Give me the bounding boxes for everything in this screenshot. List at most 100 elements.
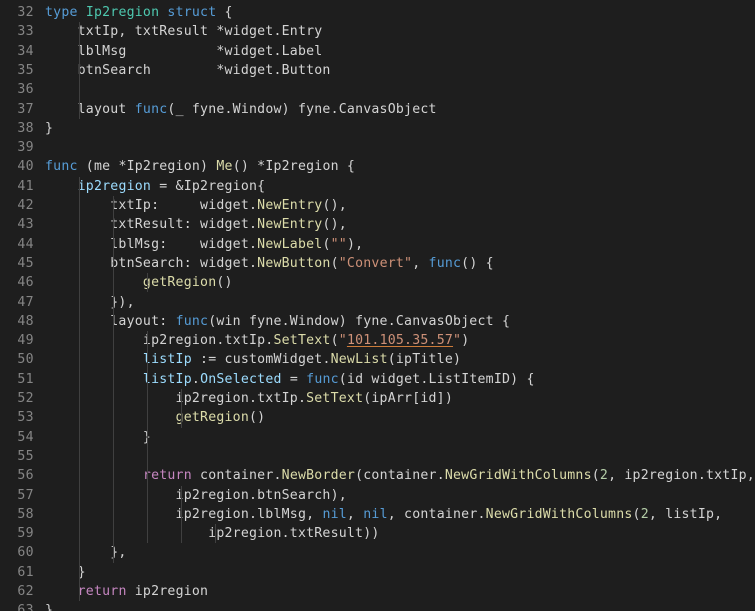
code-line[interactable]: } — [45, 119, 53, 138]
code-line[interactable]: btnSearch *widget.Button — [45, 61, 331, 80]
line-number: 59 — [17, 526, 34, 542]
code-line[interactable]: ip2region.btnSearch), — [45, 486, 347, 505]
indent-guide — [147, 273, 148, 293]
line-number-gutter[interactable]: 32 33 34 35 36 37 38 39 40 41 42 43 44 45 46 47 48 49 50 51… — [0, 0, 45, 611]
code-line[interactable]: ip2region.txtIp.SetText(ipArr[id]) — [45, 389, 453, 408]
code-token: NewGridWithColumns — [444, 468, 592, 484]
code-line[interactable]: ip2region.txtResult)) — [45, 524, 380, 543]
code-token: } — [45, 429, 152, 445]
code-token: () — [249, 410, 266, 426]
line-number: 35 — [17, 62, 34, 78]
code-line[interactable]: layout: func(win fyne.Window) fyne.Canva… — [45, 312, 510, 331]
code-token: ( — [330, 255, 339, 271]
code-token: Me — [216, 159, 233, 175]
code-token: btnSearch *widget.Button — [45, 62, 331, 78]
code-line[interactable]: ip2region.txtIp.SetText("101.105.35.57") — [45, 331, 469, 350]
code-token: txtResult: widget. — [45, 217, 258, 233]
code-token: listIp — [142, 371, 192, 387]
code-token: NewEntry — [257, 198, 323, 213]
code-token: return — [142, 468, 192, 484]
code-token: 2 — [640, 506, 649, 522]
code-token: (ipTitle) — [387, 352, 462, 368]
code-token: 101.105.35.57 — [346, 333, 454, 349]
code-line[interactable]: listIp.OnSelected = func(id widget.ListI… — [45, 370, 535, 389]
code-line[interactable] — [45, 80, 53, 99]
line-number: 43 — [17, 217, 34, 233]
code-line[interactable]: type Ip2region struct { — [45, 3, 233, 22]
indent-guide — [181, 485, 182, 544]
code-token: (id widget.ListItemID) { — [338, 371, 535, 387]
code-token: NewEntry — [257, 217, 323, 233]
code-line[interactable]: }, — [45, 543, 127, 562]
code-token: "" — [330, 236, 347, 252]
code-token: SetText — [306, 391, 364, 406]
code-token: := customWidget. — [191, 352, 331, 368]
code-line[interactable]: txtIp, txtResult *widget.Entry — [45, 22, 323, 41]
code-token: OnSelected — [200, 371, 282, 387]
line-number: 45 — [17, 255, 34, 271]
line-number: 32 — [17, 5, 34, 20]
code-line[interactable]: getRegion() — [45, 273, 233, 292]
code-token: ( — [330, 333, 339, 349]
code-token: SetText — [273, 333, 331, 349]
code-token: 2 — [599, 468, 609, 484]
line-number: 44 — [17, 236, 34, 252]
code-token: func — [428, 255, 462, 271]
code-token: ), — [346, 236, 364, 252]
code-token: func — [45, 159, 78, 175]
code-line[interactable]: listIp := customWidget.NewList(ipTitle) — [45, 350, 461, 369]
code-token: ip2region — [77, 178, 152, 194]
code-token: btnSearch: widget. — [45, 255, 258, 271]
code-editor[interactable]: 32 33 34 35 36 37 38 39 40 41 42 43 44 45 46 47 48 49 50 51… — [0, 0, 755, 611]
code-line[interactable]: txtIp: widget.NewEntry(), — [45, 196, 347, 215]
code-line[interactable]: } — [45, 428, 151, 447]
code-line[interactable]: return container.NewBorder(container.New… — [45, 466, 755, 485]
code-token: , — [412, 255, 429, 271]
code-token: NewList — [330, 352, 388, 368]
code-token: container. — [191, 468, 282, 484]
code-token: () { — [461, 255, 494, 271]
code-token: = &Ip2region{ — [151, 178, 266, 194]
code-token: (ipArr[id]) — [363, 391, 453, 406]
code-line[interactable]: txtResult: widget.NewEntry(), — [45, 215, 347, 234]
code-token: lblMsg *widget.Label — [45, 43, 323, 59]
code-line[interactable]: } — [45, 601, 53, 611]
code-line[interactable] — [45, 447, 53, 466]
line-number: 56 — [17, 468, 34, 484]
code-line[interactable]: return ip2region — [45, 582, 208, 601]
code-token: NewButton — [257, 255, 331, 271]
code-line[interactable]: lblMsg: widget.NewLabel(""), — [45, 235, 363, 254]
code-line[interactable] — [45, 138, 53, 157]
line-number: 58 — [17, 506, 34, 522]
code-token: ip2region.txtIp. — [45, 391, 307, 406]
code-token: (win fyne.Window) fyne.CanvasObject { — [208, 313, 511, 329]
line-number: 55 — [17, 448, 34, 464]
code-token: () — [216, 275, 233, 291]
code-line[interactable]: func (me *Ip2region) Me() *Ip2region { — [45, 157, 355, 176]
code-token: }, — [45, 545, 127, 561]
line-number: 49 — [17, 333, 34, 349]
code-content-area[interactable]: type Ip2region struct { txtIp, txtResult… — [45, 0, 755, 611]
code-token: ip2region.btnSearch), — [45, 487, 347, 503]
code-token: = — [281, 371, 307, 387]
line-number: 51 — [17, 371, 34, 387]
code-line[interactable]: }), — [45, 293, 135, 312]
line-number: 36 — [17, 82, 34, 98]
code-token: " — [338, 333, 347, 349]
line-number: 63 — [17, 603, 34, 611]
code-line[interactable]: lblMsg *widget.Label — [45, 42, 323, 61]
code-token: (container. — [355, 468, 445, 484]
code-token: func — [306, 371, 339, 387]
code-token: } — [45, 120, 54, 136]
code-token: nil — [322, 506, 347, 522]
line-number: 52 — [17, 391, 34, 406]
code-token: nil — [363, 506, 388, 522]
code-token: "Convert" — [338, 255, 413, 271]
code-line[interactable]: layout func(_ fyne.Window) fyne.CanvasOb… — [45, 100, 437, 119]
code-token: , container. — [387, 506, 486, 522]
indent-guide — [181, 389, 182, 428]
